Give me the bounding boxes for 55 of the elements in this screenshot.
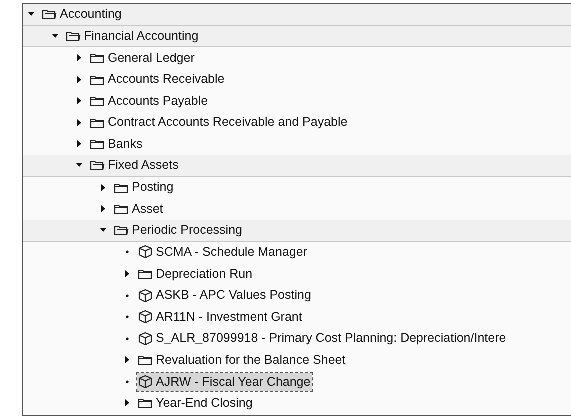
folder-icon (114, 182, 129, 194)
folder-icon (90, 95, 105, 108)
tree-item[interactable]: Revaluation for the Balance Sheet (137, 350, 347, 370)
collapse-arrow-icon[interactable] (28, 10, 35, 18)
tree-item[interactable]: SCMA - Schedule Manager (137, 242, 308, 262)
open-folder-icon (66, 30, 81, 42)
collapse-arrow-icon[interactable] (100, 226, 107, 234)
folder-icon (90, 52, 105, 64)
cube-icon (138, 332, 153, 346)
folder-icon (90, 138, 105, 150)
folder-icon (138, 354, 153, 366)
bullet-icon (124, 334, 131, 343)
bullet-icon (124, 248, 131, 256)
open-folder-icon (42, 8, 57, 20)
expand-arrow-icon[interactable] (124, 270, 131, 278)
tree-item[interactable]: Accounting (41, 4, 123, 24)
open-folder-icon (114, 224, 129, 236)
bullet-icon (124, 292, 131, 300)
folder-icon (90, 74, 105, 86)
open-folder-icon (90, 159, 105, 172)
folder-icon (114, 203, 129, 216)
expand-arrow-icon[interactable] (100, 184, 107, 192)
tree-item[interactable]: ASKB - APC Values Posting (137, 286, 312, 305)
expand-arrow-icon[interactable] (76, 118, 83, 127)
cube-icon (138, 245, 153, 260)
expand-arrow-icon[interactable] (76, 54, 83, 62)
cube-icon (138, 310, 153, 324)
tree-item[interactable]: Contract Accounts Receivable and Payable (89, 113, 349, 132)
folder-icon (90, 116, 105, 129)
expand-arrow-icon[interactable] (124, 356, 131, 364)
folder-icon (138, 397, 153, 410)
expand-arrow-icon[interactable] (76, 76, 83, 84)
tree-item[interactable]: Accounts Receivable (89, 70, 226, 89)
tree-item[interactable]: Depreciation Run (137, 264, 254, 284)
collapse-arrow-icon[interactable] (76, 161, 83, 170)
tree-item[interactable]: Fixed Assets (89, 156, 180, 175)
expand-arrow-icon[interactable] (124, 399, 131, 408)
expand-arrow-icon[interactable] (100, 205, 107, 214)
cube-icon (138, 374, 153, 389)
bullet-icon (124, 313, 131, 322)
tree-item[interactable]: Year-End Closing (137, 394, 254, 413)
bullet-icon (124, 378, 131, 386)
tree-item[interactable]: Banks (89, 134, 144, 154)
cube-icon (138, 288, 153, 303)
tree-item[interactable]: Asset (113, 200, 164, 219)
tree-item[interactable]: Accounts Payable (89, 92, 210, 111)
tree-item[interactable]: Posting (113, 178, 175, 197)
expand-arrow-icon[interactable] (76, 140, 83, 148)
tree-item[interactable]: AJRW - Fiscal Year Change (137, 372, 312, 392)
tree-item[interactable]: S_ALR_87099918 - Primary Cost Planning: Depreciation/Intere (137, 329, 508, 348)
tree-item[interactable]: AR11N - Investment Grant (137, 308, 304, 326)
collapse-arrow-icon[interactable] (52, 32, 59, 40)
tree-item[interactable]: General Ledger (89, 48, 196, 68)
expand-arrow-icon[interactable] (76, 97, 83, 106)
folder-icon (138, 268, 153, 280)
